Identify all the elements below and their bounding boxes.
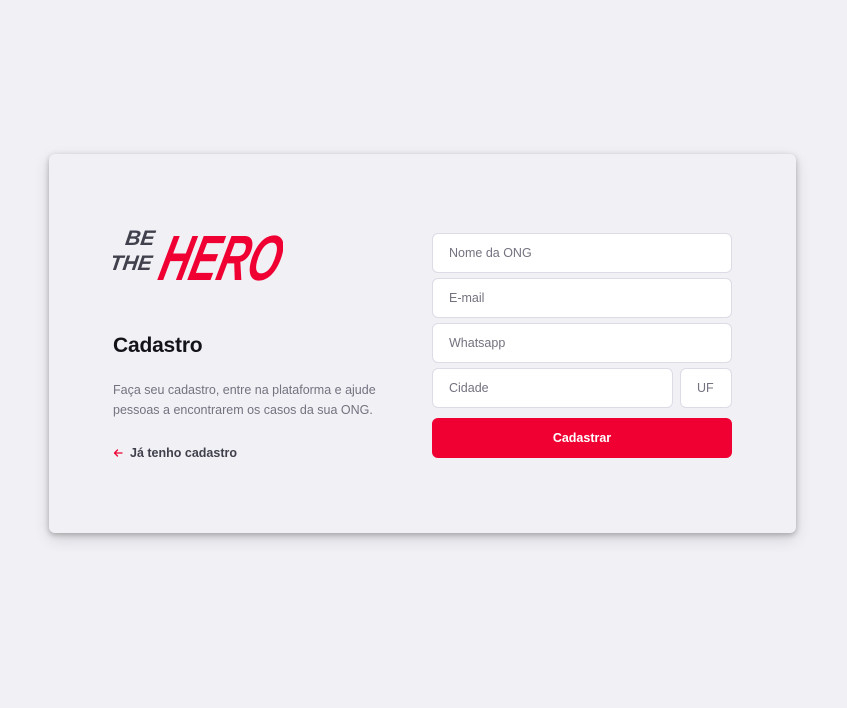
back-to-login-label: Já tenho cadastro bbox=[130, 446, 237, 460]
back-to-login-link[interactable]: Já tenho cadastro bbox=[113, 446, 383, 460]
whatsapp-input[interactable] bbox=[432, 323, 732, 363]
register-info-section: BE THE HERO Cadastro Faça seu cadastro, … bbox=[113, 214, 383, 460]
page-title: Cadastro bbox=[113, 334, 203, 357]
page-description: Faça seu cadastro, entre na plataforma e… bbox=[113, 383, 376, 417]
register-card: BE THE HERO Cadastro Faça seu cadastro, … bbox=[49, 154, 796, 533]
ngo-name-input[interactable] bbox=[432, 233, 732, 273]
logo-small-word-2: THE bbox=[113, 252, 155, 275]
email-input[interactable] bbox=[432, 278, 732, 318]
uf-input[interactable] bbox=[680, 368, 732, 408]
be-the-hero-logo: BE THE HERO bbox=[113, 214, 283, 290]
logo-small-word-1: BE bbox=[124, 227, 157, 250]
city-input[interactable] bbox=[432, 368, 673, 408]
logo-graphic: BE THE HERO bbox=[113, 222, 283, 290]
location-row bbox=[432, 368, 732, 413]
register-form: Cadastrar bbox=[432, 233, 732, 458]
logo-large-word: HERO bbox=[153, 222, 283, 290]
arrow-left-icon bbox=[113, 449, 123, 457]
page: BE THE HERO Cadastro Faça seu cadastro, … bbox=[0, 0, 847, 708]
register-button[interactable]: Cadastrar bbox=[432, 418, 732, 458]
